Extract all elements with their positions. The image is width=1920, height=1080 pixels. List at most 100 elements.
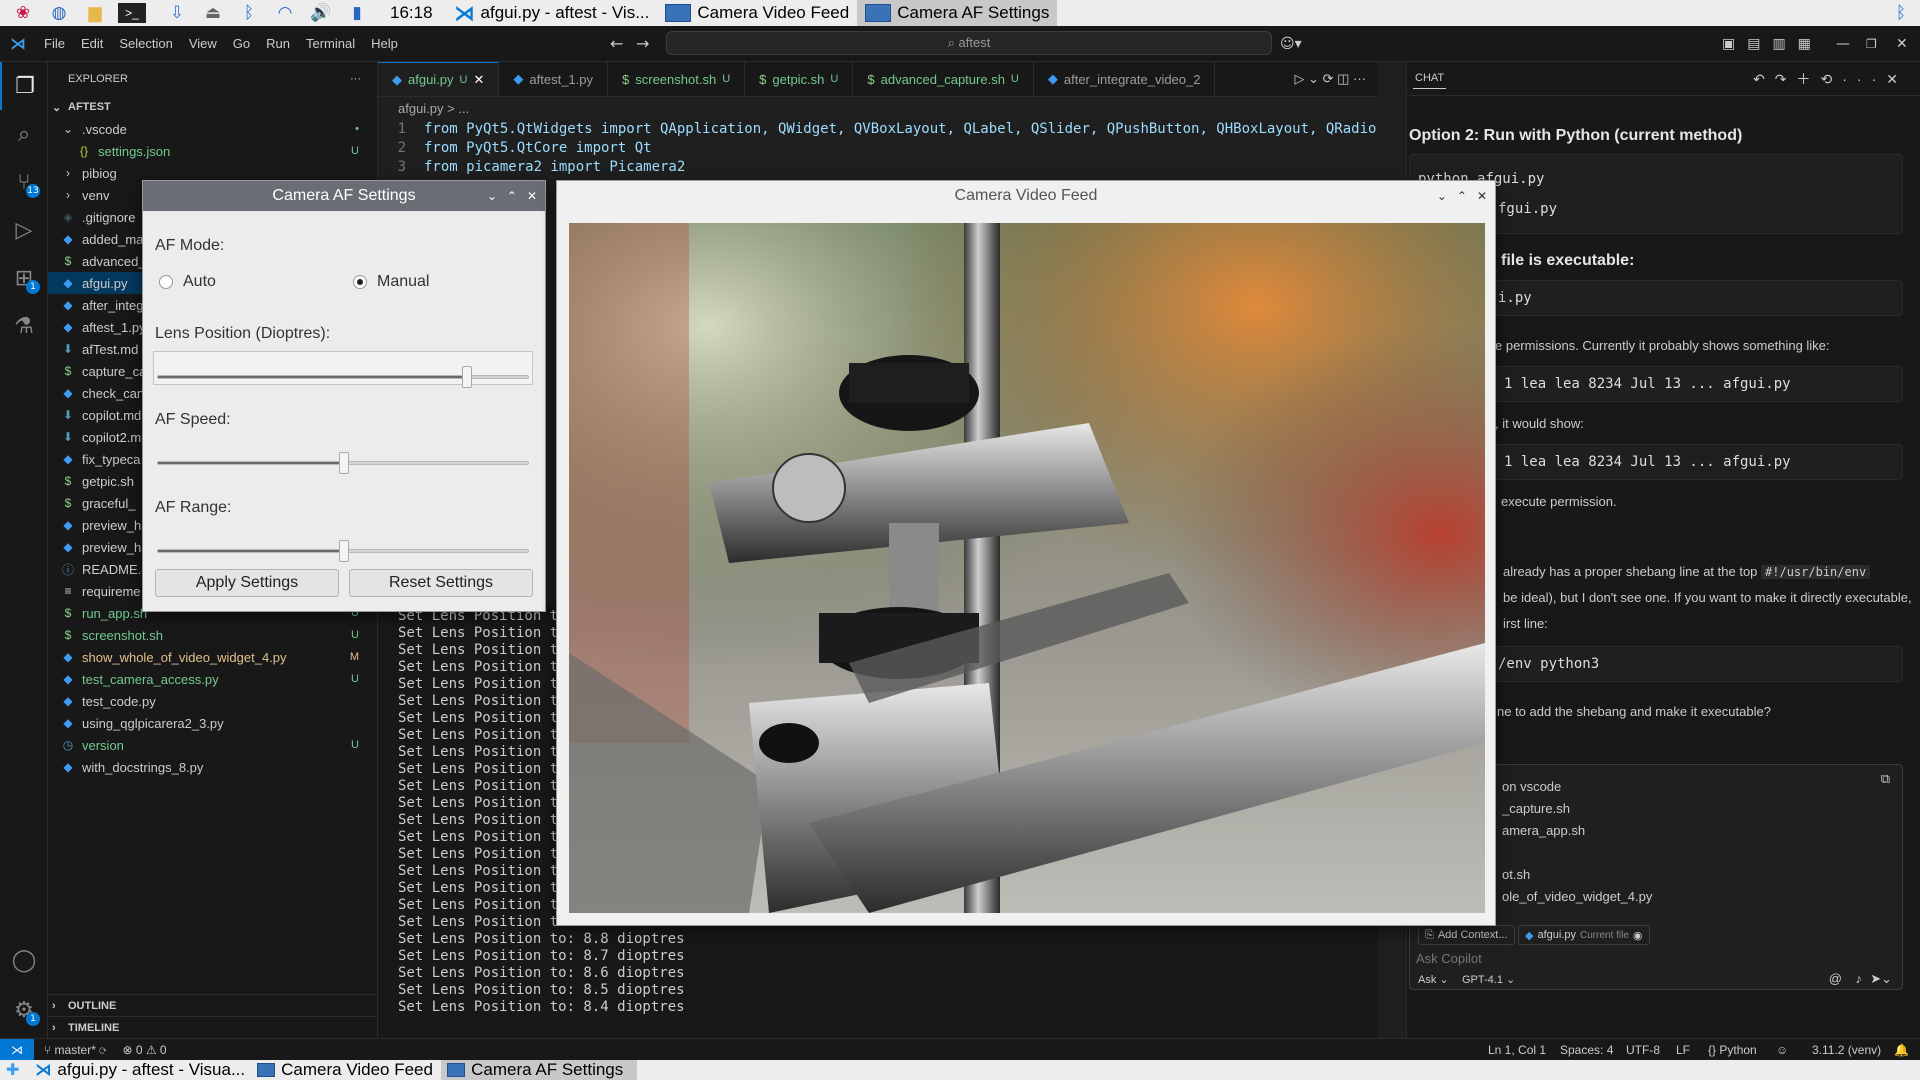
close-icon[interactable]: ✕: [1896, 36, 1908, 52]
menu-view[interactable]: View: [181, 36, 225, 51]
copy-icon[interactable]: ⧉: [1881, 771, 1890, 787]
apply-settings-button[interactable]: Apply Settings: [155, 569, 339, 597]
editor-tab[interactable]: $ screenshot.sh U: [608, 62, 746, 96]
terminal-icon[interactable]: >_: [118, 3, 146, 23]
maximize-icon[interactable]: ⌃: [507, 189, 517, 203]
manual-radio[interactable]: Manual: [353, 273, 429, 291]
add-context-button[interactable]: ⎘ Add Context...: [1418, 925, 1515, 945]
language-mode[interactable]: {} Python: [1708, 1043, 1757, 1057]
forward-arrow-icon[interactable]: →: [636, 34, 649, 53]
file-tree-item[interactable]: {} settings.json U: [48, 140, 377, 162]
editor-tab[interactable]: $ getpic.sh U: [745, 62, 854, 96]
reference-item[interactable]: _capture.sh: [1502, 801, 1570, 816]
mention-icon[interactable]: @: [1829, 971, 1842, 986]
reference-item[interactable]: ole_of_video_widget_4.py: [1502, 889, 1652, 904]
file-tree-item[interactable]: $ screenshot.sh U: [48, 624, 377, 646]
eye-icon[interactable]: ◉: [1633, 929, 1643, 942]
eol[interactable]: LF: [1676, 1043, 1690, 1057]
af-range-slider[interactable]: [157, 540, 529, 562]
file-tree-item[interactable]: ⌄ .vscode •: [48, 118, 377, 140]
task-vscode[interactable]: ⋊ afgui.py - aftest - Vis...: [447, 0, 658, 26]
raspberry-menu-icon[interactable]: ❀: [10, 0, 36, 26]
minimize-icon[interactable]: —: [1836, 36, 1850, 52]
reference-item[interactable]: on vscode: [1502, 779, 1561, 794]
close-icon[interactable]: ✕: [527, 189, 537, 203]
file-tree-item[interactable]: ◷ version U: [48, 734, 377, 756]
af-speed-slider[interactable]: [157, 452, 529, 474]
file-tree-item[interactable]: ◆ test_code.py: [48, 690, 377, 712]
wifi-icon[interactable]: ◠: [272, 0, 298, 26]
file-tree-item[interactable]: ◆ using_qglpicarera2_3.py: [48, 712, 377, 734]
file-manager-icon[interactable]: ▆: [82, 0, 108, 26]
bluetooth-tray-icon[interactable]: ᛒ: [1888, 0, 1914, 26]
notifications-icon[interactable]: 🔔: [1894, 1043, 1909, 1057]
editor-tab[interactable]: ◆ afgui.py U ✕: [378, 62, 500, 96]
copilot-icon[interactable]: ☺▾: [1280, 36, 1302, 52]
back-arrow-icon[interactable]: ←: [610, 34, 623, 53]
menu-edit[interactable]: Edit: [73, 36, 111, 51]
remote-icon[interactable]: ⋊: [0, 1038, 34, 1061]
encoding[interactable]: UTF-8: [1626, 1043, 1660, 1057]
pin-icon[interactable]: ✚: [6, 1060, 19, 1080]
task-af-settings[interactable]: Camera AF Settings: [857, 0, 1058, 26]
run-debug-icon[interactable]: ▷: [0, 206, 48, 254]
ask-copilot-input[interactable]: [1416, 951, 1716, 966]
editor-tab[interactable]: $ advanced_capture.sh U: [853, 62, 1034, 96]
model-select[interactable]: GPT-4.1 ⌄: [1462, 973, 1515, 986]
lens-position-slider[interactable]: [157, 366, 529, 388]
reference-item[interactable]: amera_app.sh: [1502, 823, 1585, 838]
indentation[interactable]: Spaces: 4: [1560, 1043, 1613, 1057]
download-icon[interactable]: ⇩: [164, 0, 190, 26]
eject-icon[interactable]: ⏏: [200, 0, 226, 26]
file-tree-item[interactable]: ◆ with_docstrings_8.py: [48, 756, 377, 778]
minimize-icon[interactable]: ⌄: [487, 189, 497, 203]
minimize-icon[interactable]: ⌄: [1437, 189, 1447, 203]
menu-file[interactable]: File: [36, 36, 73, 51]
timeline-section[interactable]: › TIMELINE: [48, 1016, 377, 1038]
reset-settings-button[interactable]: Reset Settings: [349, 569, 533, 597]
slider-handle[interactable]: [339, 452, 349, 474]
copilot-status-icon[interactable]: ☺: [1776, 1043, 1788, 1057]
volume-icon[interactable]: 🔊: [308, 0, 334, 26]
editor-tab[interactable]: ◆ after_integrate_video_2: [1034, 62, 1216, 96]
slider-handle[interactable]: [339, 540, 349, 562]
task-video-feed[interactable]: Camera Video Feed: [657, 0, 857, 26]
settings-gear-icon[interactable]: ⚙ 1: [0, 986, 48, 1034]
bluetooth-icon[interactable]: ᛒ: [236, 0, 262, 26]
taskbar-af-settings[interactable]: Camera AF Settings: [441, 1060, 638, 1080]
outline-section[interactable]: › OUTLINE: [48, 994, 377, 1016]
window-titlebar[interactable]: Camera Video Feed ⌄ ⌃ ✕: [557, 181, 1495, 211]
explorer-icon[interactable]: ❐: [0, 62, 48, 110]
mode-select[interactable]: Ask ⌄: [1418, 973, 1449, 986]
menu-run[interactable]: Run: [258, 36, 298, 51]
editor-actions[interactable]: ▷ ⌄ ⟳ ◫ ···: [1295, 62, 1379, 96]
layout-icons[interactable]: ▣▤▥▦: [1722, 36, 1823, 52]
python-interpreter[interactable]: 3.11.2 (venv): [1812, 1043, 1881, 1057]
file-tree-item[interactable]: ◆ show_whole_of_video_widget_4.py M: [48, 646, 377, 668]
menu-help[interactable]: Help: [363, 36, 406, 51]
search-icon[interactable]: ⌕: [0, 110, 48, 158]
microphone-icon[interactable]: ♪: [1856, 971, 1863, 986]
problems-status[interactable]: ⊗ 0 ⚠ 0: [122, 1043, 166, 1057]
source-control-icon[interactable]: ⑂ 13: [0, 158, 48, 206]
command-center-search[interactable]: ⌕ aftest: [666, 31, 1272, 55]
testing-icon[interactable]: ⚗: [0, 302, 48, 350]
menu-go[interactable]: Go: [225, 36, 258, 51]
cursor-position[interactable]: Ln 1, Col 1: [1488, 1043, 1546, 1057]
accounts-icon[interactable]: ◯: [0, 936, 48, 984]
editor-tab[interactable]: ◆ aftest_1.py: [499, 62, 609, 96]
file-tree-item[interactable]: ◆ test_camera_access.py U: [48, 668, 377, 690]
close-icon[interactable]: ✕: [474, 72, 485, 88]
browser-icon[interactable]: ◍: [46, 0, 72, 26]
slider-handle[interactable]: [462, 366, 472, 388]
microphone-icon[interactable]: ▮: [344, 0, 370, 26]
maximize-icon[interactable]: ❐: [1866, 37, 1877, 51]
more-actions-icon[interactable]: ···: [350, 73, 361, 85]
workspace-root[interactable]: ⌄ AFTEST: [48, 96, 377, 118]
extensions-icon[interactable]: ⊞ 1: [0, 254, 48, 302]
menu-selection[interactable]: Selection: [111, 36, 180, 51]
chat-actions-icons[interactable]: ↶↷＋⟲···✕: [1753, 69, 1908, 89]
menu-terminal[interactable]: Terminal: [298, 36, 363, 51]
reference-item[interactable]: ot.sh: [1502, 867, 1530, 882]
current-file-chip[interactable]: ◆ afgui.py Current file ◉: [1518, 925, 1650, 945]
